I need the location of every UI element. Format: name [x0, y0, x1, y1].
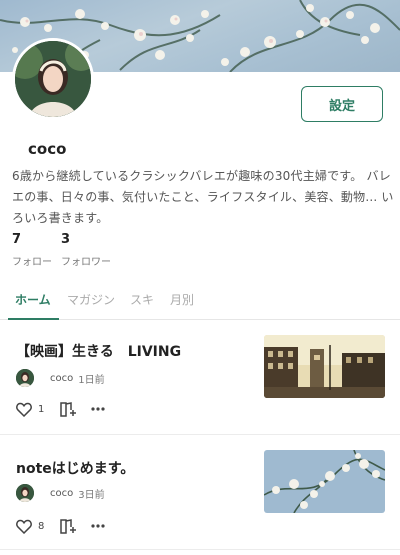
street-photo	[264, 335, 385, 398]
post-author-row: coco 1日前	[16, 369, 105, 387]
magazine-add-icon[interactable]	[60, 401, 77, 417]
post-author-name[interactable]: coco	[50, 373, 73, 384]
magazine-add-icon[interactable]	[60, 518, 77, 534]
followers-label: フォロワー	[61, 257, 111, 268]
more-icon[interactable]	[91, 407, 105, 411]
post-card[interactable]: noteはじめます。 coco 3日前 8	[0, 436, 400, 550]
following-count: 7	[12, 232, 22, 247]
author-avatar-photo	[16, 369, 34, 387]
post-author-name[interactable]: coco	[50, 488, 73, 499]
post-title[interactable]: noteはじめます。	[16, 458, 134, 478]
post-actions: 1	[16, 399, 105, 419]
username: coco	[28, 140, 67, 158]
author-avatar[interactable]	[16, 369, 34, 387]
more-icon[interactable]	[91, 524, 105, 528]
settings-button[interactable]: 設定	[301, 86, 383, 122]
almond-blossom-thumb	[264, 450, 385, 513]
avatar-photo	[15, 41, 91, 117]
author-avatar[interactable]	[16, 484, 34, 502]
like-count: 1	[38, 403, 45, 415]
tab-monthly[interactable]: 月別	[170, 291, 194, 308]
followers-count: 3	[61, 232, 71, 247]
tab-likes[interactable]: スキ	[130, 291, 154, 308]
author-avatar-photo	[16, 484, 34, 502]
post-actions: 8	[16, 516, 105, 536]
post-author-row: coco 3日前	[16, 484, 105, 502]
tab-magazine[interactable]: マガジン	[67, 291, 115, 308]
tab-home[interactable]: ホーム	[15, 291, 51, 308]
post-thumbnail[interactable]	[264, 450, 385, 513]
followers-stat[interactable]: 3 フォロワー	[61, 232, 111, 268]
active-tab-indicator	[8, 318, 59, 320]
heart-icon[interactable]	[16, 402, 32, 417]
post-thumbnail[interactable]	[264, 335, 385, 398]
following-label: フォロー	[12, 257, 52, 268]
post-date: 3日前	[78, 489, 105, 501]
following-stat[interactable]: 7 フォロー	[12, 232, 52, 268]
post-title[interactable]: 【映画】生きる LIVING	[16, 341, 181, 361]
profile-bio: 6歳から継続しているクラシックバレエが趣味の30代主婦です。 バレエの事、日々の…	[12, 169, 394, 225]
post-date: 1日前	[78, 374, 105, 386]
heart-icon[interactable]	[16, 519, 32, 534]
profile-tabs: ホーム マガジン スキ 月別	[0, 287, 400, 320]
avatar[interactable]	[12, 38, 94, 120]
like-count: 8	[38, 520, 45, 532]
settings-button-label: 設定	[328, 98, 355, 114]
post-card[interactable]: 【映画】生きる LIVING coco 1日前 1	[0, 321, 400, 435]
